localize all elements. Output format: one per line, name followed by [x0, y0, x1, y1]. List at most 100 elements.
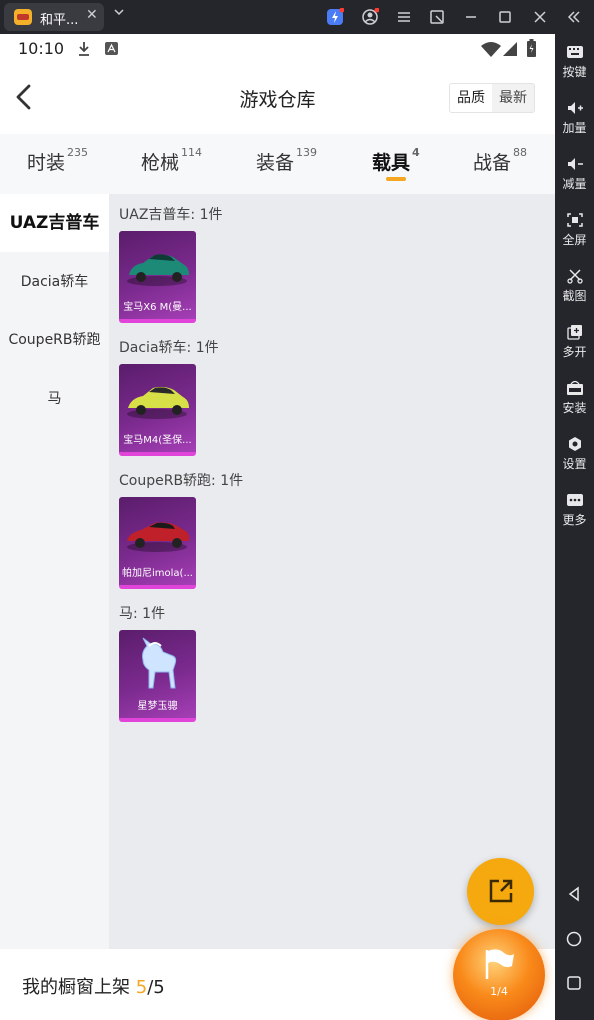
sidebar-item-screenshot[interactable]: 截图 [555, 262, 594, 318]
showcase-count: 5 [135, 977, 148, 998]
volume-down-icon [567, 158, 583, 170]
sidebar-label: 截图 [562, 289, 587, 303]
sidebar-item-volume-down[interactable]: 减量 [555, 150, 594, 206]
notification-icon [105, 42, 118, 55]
status-time: 10:10 [18, 39, 65, 58]
multi-instance-icon [566, 325, 582, 340]
vehicle-item-list: UAZ吉普车: 1件 宝马X6 M(曼... Dacia轿车: 1件 宝马M4(… [109, 194, 555, 949]
collapse-sidebar-icon[interactable] [565, 8, 583, 26]
tab-count: 139 [296, 146, 318, 159]
group-title: CoupeRB轿跑: 1件 [119, 473, 244, 489]
category-dacia[interactable]: Dacia轿车 [0, 253, 109, 311]
sidebar-item-install[interactable]: 安装 [555, 374, 594, 430]
flag-icon [485, 949, 514, 979]
fullscreen-icon [566, 213, 583, 227]
sort-toggle: 品质 最新 [449, 83, 535, 113]
battery-icon [527, 39, 536, 57]
close-icon[interactable] [531, 8, 549, 26]
sidebar-label: 安装 [562, 401, 587, 415]
category-tabs: 时装 235 枪械 114 装备 139 载具 4 战备 88 [0, 134, 555, 194]
boost-icon[interactable] [326, 8, 344, 26]
chevron-down-icon[interactable] [114, 7, 124, 17]
tab-gear[interactable]: 装备 139 [256, 146, 318, 175]
item-card[interactable]: 宝马M4(圣保... [119, 364, 196, 456]
showcase-label: 我的橱窗上架 5/5 [22, 973, 165, 999]
flag-counter: 1/4 [490, 985, 508, 998]
showcase-text: 我的橱窗上架 [22, 977, 136, 998]
apk-icon [566, 380, 583, 395]
tab-label: 战备 [473, 152, 512, 174]
app-icon [14, 9, 32, 25]
page-header: 游戏仓库 品质 最新 [0, 64, 555, 134]
download-icon [79, 42, 89, 56]
group-title: Dacia轿车: 1件 [119, 340, 219, 356]
tab-count: 88 [513, 146, 528, 159]
app-tab[interactable]: 和平... ✕ [4, 3, 104, 31]
sidebar-label: 按键 [562, 65, 587, 79]
flag-float-button[interactable]: 1/4 [453, 929, 545, 1020]
recents-nav-icon[interactable] [566, 975, 582, 991]
tab-battle-supplies[interactable]: 战备 88 [473, 146, 528, 175]
wifi-icon [481, 42, 501, 57]
tab-label: 枪械 [141, 152, 180, 174]
category-horse[interactable]: 马 [0, 370, 109, 428]
scissors-icon [566, 269, 583, 284]
item-card[interactable]: 星梦玉骢 [119, 630, 196, 722]
app-tab-title: 和平... [40, 13, 79, 28]
tab-count: 235 [67, 146, 89, 159]
window-pin-icon[interactable] [428, 8, 446, 26]
horse-image [142, 637, 177, 689]
account-icon[interactable] [361, 8, 379, 26]
tab-guns[interactable]: 枪械 114 [141, 146, 203, 175]
item-card[interactable]: 帕加尼imola(... [119, 497, 196, 589]
maximize-icon[interactable] [496, 8, 514, 26]
sidebar-item-volume-up[interactable]: 加量 [555, 94, 594, 150]
item-card[interactable]: 宝马X6 M(曼... [119, 231, 196, 323]
tab-vehicles[interactable]: 载具 4 [372, 146, 420, 175]
item-name: 宝马M4(圣保... [123, 435, 192, 446]
status-bar: 10:10 [0, 34, 555, 64]
back-nav-icon[interactable] [566, 886, 582, 902]
group-title: UAZ吉普车: 1件 [119, 207, 223, 223]
share-button[interactable] [467, 858, 534, 925]
tab-label: 装备 [256, 152, 295, 174]
sort-quality-button[interactable]: 品质 [450, 84, 492, 112]
item-name: 宝马X6 M(曼... [123, 302, 192, 313]
menu-icon[interactable] [395, 8, 413, 26]
minimize-icon[interactable] [462, 8, 480, 26]
share-icon [489, 879, 513, 903]
sidebar-label: 多开 [562, 345, 587, 359]
sidebar-item-settings[interactable]: 设置 [555, 430, 594, 486]
sidebar-label: 加量 [562, 121, 587, 135]
category-couperb[interactable]: CoupeRB轿跑 [0, 311, 109, 369]
category-uaz[interactable]: UAZ吉普车 [0, 194, 109, 252]
showcase-total: /5 [147, 977, 165, 998]
tab-count: 4 [412, 146, 420, 159]
phone-screen: 10:10 游戏仓库 品质 最新 时装 235 枪械 114 装备 139 载具… [0, 34, 555, 1020]
emulator-title-bar: 和平... ✕ [0, 0, 594, 34]
sort-latest-button[interactable]: 最新 [492, 84, 534, 112]
sidebar-item-more[interactable]: 更多 [555, 486, 594, 542]
home-nav-icon[interactable] [566, 931, 582, 947]
tab-outfits[interactable]: 时装 235 [27, 146, 89, 175]
item-name: 星梦玉骢 [137, 701, 178, 712]
cellular-icon [503, 42, 517, 56]
sidebar-item-fullscreen[interactable]: 全屏 [555, 206, 594, 262]
sidebar-label: 全屏 [562, 233, 587, 247]
tab-label: 载具 [372, 152, 411, 174]
active-tab-indicator [386, 177, 406, 181]
group-title: 马: 1件 [119, 606, 166, 622]
tab-close-button[interactable]: ✕ [86, 7, 98, 23]
more-icon [566, 494, 583, 506]
tab-count: 114 [181, 146, 203, 159]
sidebar-item-multi-instance[interactable]: 多开 [555, 318, 594, 374]
volume-up-icon [567, 102, 583, 114]
vehicle-category-list: UAZ吉普车 Dacia轿车 CoupeRB轿跑 马 [0, 194, 109, 949]
car-image [127, 386, 189, 419]
sidebar-label: 设置 [562, 457, 587, 471]
item-name: 帕加尼imola(... [122, 568, 193, 579]
sidebar-label: 更多 [562, 513, 587, 527]
sidebar-label: 减量 [562, 177, 587, 191]
sidebar-item-keymap[interactable]: 按键 [555, 38, 594, 94]
tab-label: 时装 [27, 152, 66, 174]
